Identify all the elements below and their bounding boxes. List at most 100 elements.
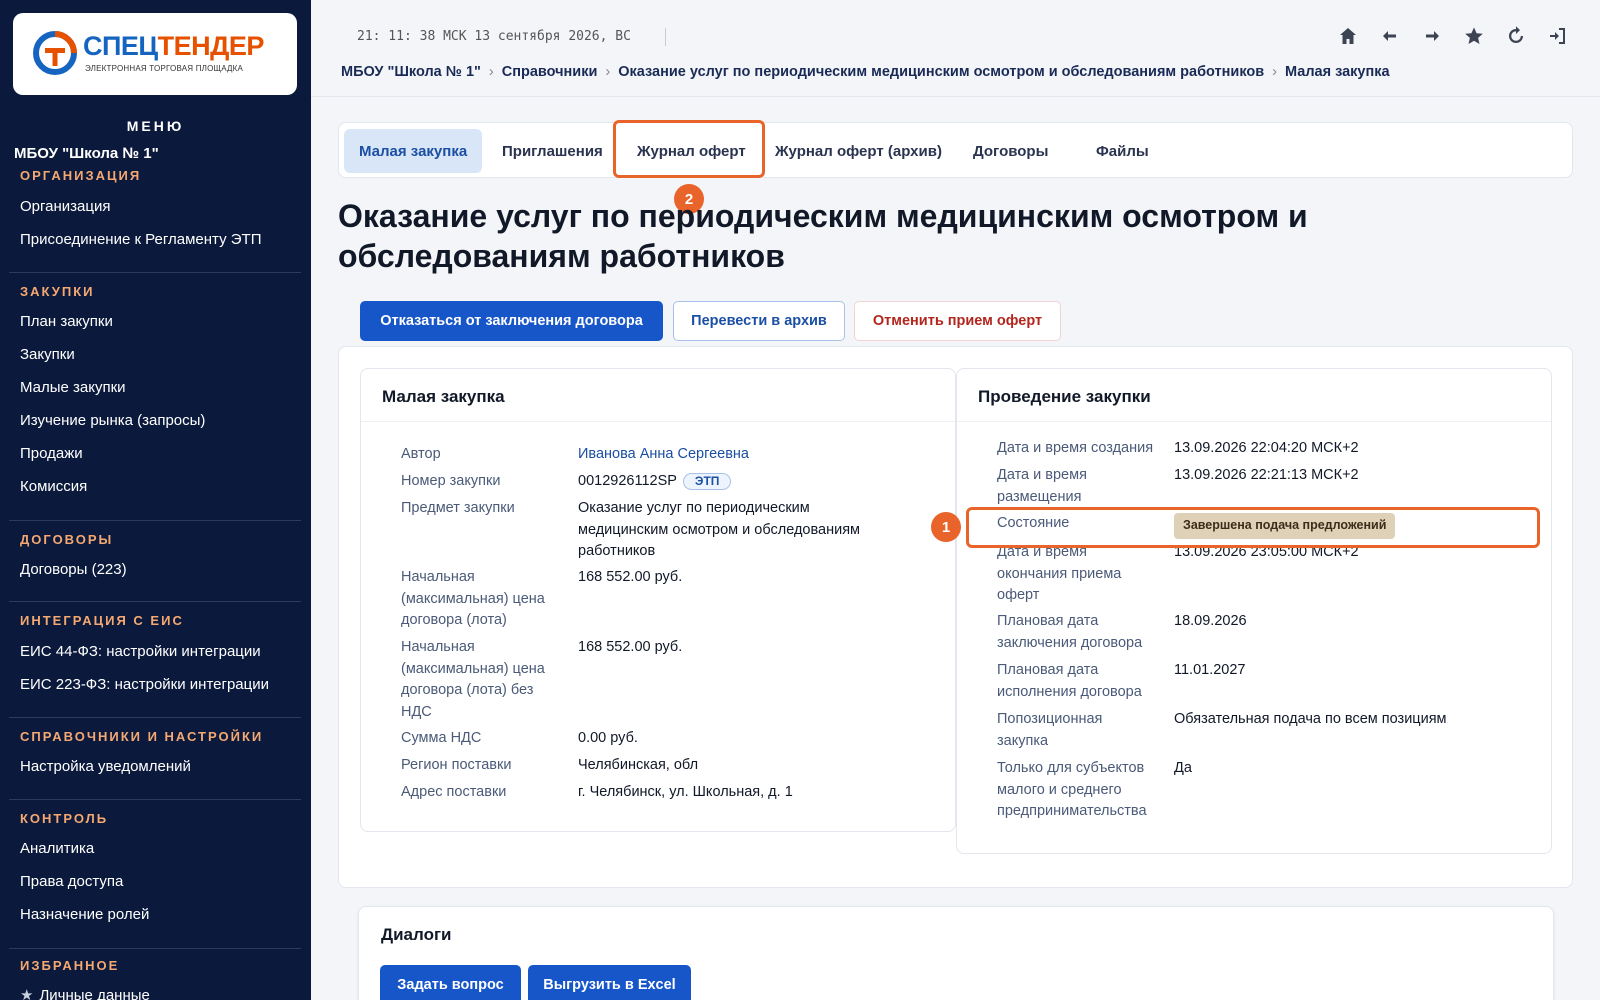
divider — [9, 799, 301, 800]
back-arrow-icon[interactable] — [1378, 24, 1402, 48]
sidebar-item-purchase-plan[interactable]: План закупки — [20, 313, 113, 330]
etp-badge: ЭТП — [682, 472, 732, 490]
field-value: Челябинская, обл — [578, 757, 699, 773]
sidebar-item-commission[interactable]: Комиссия — [20, 478, 87, 495]
star-icon[interactable] — [1462, 24, 1486, 48]
field-label: Дата и время окончания приема оферт — [997, 544, 1122, 603]
sidebar-item-small-purchases[interactable]: Малые закупки — [20, 379, 126, 396]
archive-button[interactable]: Перевести в архив — [673, 301, 845, 341]
sidebar-item-personal-data[interactable]: ★ Личные данные — [20, 986, 150, 1000]
logo[interactable]: СПЕЦТЕНДЕР ЭЛЕКТРОННАЯ ТОРГОВАЯ ПЛОЩАДКА — [13, 13, 297, 95]
field-label: Попозиционная закупка — [997, 711, 1103, 749]
sidebar-item-regulation[interactable]: Присоединение к Регламенту ЭТП — [20, 231, 261, 248]
logout-icon[interactable] — [1546, 24, 1570, 48]
sidebar-item-eis-44[interactable]: ЕИС 44-ФЗ: настройки интеграции — [20, 643, 261, 660]
section-title-settings: СПРАВОЧНИКИ И НАСТРОЙКИ — [20, 729, 264, 744]
sidebar-item-label: Личные данные — [39, 987, 150, 1000]
divider — [9, 272, 301, 273]
field-label: Начальная (максимальная) цена договора (… — [401, 639, 545, 720]
divider — [9, 717, 301, 718]
tab-contracts[interactable]: Договоры — [958, 129, 1063, 173]
field-label: Начальная (максимальная) цена договора (… — [401, 569, 545, 628]
sidebar-item-contracts-223[interactable]: Договоры (223) — [20, 561, 127, 578]
field-label: Дата и время размещения — [997, 467, 1087, 505]
field-label: Предмет закупки — [401, 500, 515, 516]
sidebar-item-purchases[interactable]: Закупки — [20, 346, 75, 363]
breadcrumb-separator: › — [1272, 64, 1277, 80]
tab-invitations[interactable]: Приглашения — [487, 129, 618, 173]
field-label: Дата и время создания — [997, 440, 1154, 456]
section-title-favorites: ИЗБРАННОЕ — [20, 958, 120, 973]
sidebar-item-roles[interactable]: Назначение ролей — [20, 906, 149, 923]
divider — [9, 601, 301, 602]
divider — [361, 421, 955, 422]
sidebar-item-eis-223[interactable]: ЕИС 223-ФЗ: настройки интеграции — [20, 676, 269, 693]
dialogs-card: Диалоги Задать вопрос Выгрузить в Excel — [358, 906, 1554, 1000]
org-name: МБОУ "Школа № 1" — [14, 145, 159, 162]
field-value: 13.09.2026 22:04:20 МСК+2 — [1174, 440, 1359, 456]
logo-text-part1: СПЕЦ — [83, 31, 158, 61]
section-title-eis: ИНТЕГРАЦИЯ С ЕИС — [20, 613, 184, 628]
tab-offer-journal-archive[interactable]: Журнал оферт (архив) — [760, 129, 957, 173]
star-icon: ★ — [20, 987, 34, 1000]
forward-arrow-icon[interactable] — [1420, 24, 1444, 48]
tab-bar: Малая закупка Приглашения Журнал оферт Ж… — [338, 122, 1573, 178]
field-value: Оказание услуг по периодическим медицинс… — [578, 500, 861, 559]
field-label: Регион поставки — [401, 757, 512, 773]
logo-mark-icon — [33, 31, 77, 75]
panel-title: Проведение закупки — [978, 387, 1151, 406]
field-label: Состояние — [997, 515, 1070, 531]
status-badge: Завершена подача предложений — [1174, 513, 1396, 539]
field-value: 168 552.00 руб. — [578, 639, 683, 655]
divider — [665, 28, 666, 46]
field-value: 13.09.2026 23:05:00 МСК+2 — [1174, 544, 1359, 560]
page-title: Оказание услуг по периодическим медицинс… — [338, 198, 1308, 274]
cancel-offers-button[interactable]: Отменить прием оферт — [854, 301, 1061, 341]
export-excel-button[interactable]: Выгрузить в Excel — [528, 965, 691, 1000]
section-title-contracts: ДОГОВОРЫ — [20, 532, 114, 547]
conduct-panel: Проведение закупки Дата и время создания… — [956, 368, 1552, 854]
decline-contract-button[interactable]: Отказаться от заключения договора — [360, 301, 663, 341]
breadcrumb-separator: › — [488, 64, 494, 80]
sidebar-item-access-rights[interactable]: Права доступа — [20, 873, 123, 890]
field-value: 11.01.2027 — [1174, 662, 1246, 678]
purchase-number: 0012926112SP — [578, 473, 677, 489]
sidebar-item-market-research[interactable]: Изучение рынка (запросы) — [20, 412, 205, 429]
ask-question-button[interactable]: Задать вопрос — [380, 965, 521, 1000]
logo-subtitle: ЭЛЕКТРОННАЯ ТОРГОВАЯ ПЛОЩАДКА — [85, 64, 244, 73]
tab-files[interactable]: Файлы — [1081, 129, 1164, 173]
breadcrumb-separator: › — [605, 64, 611, 80]
header-divider — [311, 96, 1600, 97]
divider — [9, 948, 301, 949]
breadcrumb-item-purchase[interactable]: Оказание услуг по периодическим медицинс… — [618, 64, 1264, 80]
breadcrumb-item-current: Малая закупка — [1285, 64, 1390, 80]
breadcrumb-item-org[interactable]: МБОУ "Школа № 1" — [341, 64, 481, 80]
field-label: Номер закупки — [401, 473, 501, 489]
field-label: Плановая дата заключения договора — [997, 613, 1143, 651]
field-label: Только для субъектов малого и среднего п… — [997, 760, 1147, 819]
menu-title: МЕНЮ — [126, 118, 185, 134]
logo-text-part2: ТЕНДЕР — [157, 31, 265, 61]
field-label: Адрес поставки — [401, 784, 507, 800]
tab-offer-journal[interactable]: Журнал оферт — [622, 129, 761, 173]
breadcrumb-item-references[interactable]: Справочники — [502, 64, 598, 80]
home-icon[interactable] — [1336, 24, 1360, 48]
sidebar-item-notifications[interactable]: Настройка уведомлений — [20, 758, 191, 775]
tab-small-purchase[interactable]: Малая закупка — [344, 129, 483, 173]
author-link[interactable]: Иванова Анна Сергеевна — [578, 444, 938, 466]
field-value: 18.09.2026 — [1174, 613, 1247, 629]
field-value: г. Челябинск, ул. Школьная, д. 1 — [578, 784, 793, 800]
section-title-control: КОНТРОЛЬ — [20, 811, 109, 826]
field-value: 0012926112SP ЭТП — [578, 471, 938, 493]
purchase-panel: Малая закупка Автор Иванова Анна Сергеев… — [360, 368, 956, 832]
refresh-icon[interactable] — [1504, 24, 1528, 48]
field-value: 13.09.2026 22:21:13 МСК+2 — [1174, 467, 1359, 483]
clock: 21: 11: 38 МСК 13 сентября 2026, ВС — [357, 29, 631, 44]
divider — [9, 520, 301, 521]
sidebar-item-sales[interactable]: Продажи — [20, 445, 83, 462]
field-value: Обязательная подача по всем позициям — [1174, 711, 1447, 727]
field-label: Автор — [401, 446, 441, 462]
sidebar-item-analytics[interactable]: Аналитика — [20, 840, 94, 857]
sidebar-item-organization[interactable]: Организация — [20, 198, 110, 215]
sidebar: СПЕЦТЕНДЕР ЭЛЕКТРОННАЯ ТОРГОВАЯ ПЛОЩАДКА… — [0, 0, 311, 1000]
